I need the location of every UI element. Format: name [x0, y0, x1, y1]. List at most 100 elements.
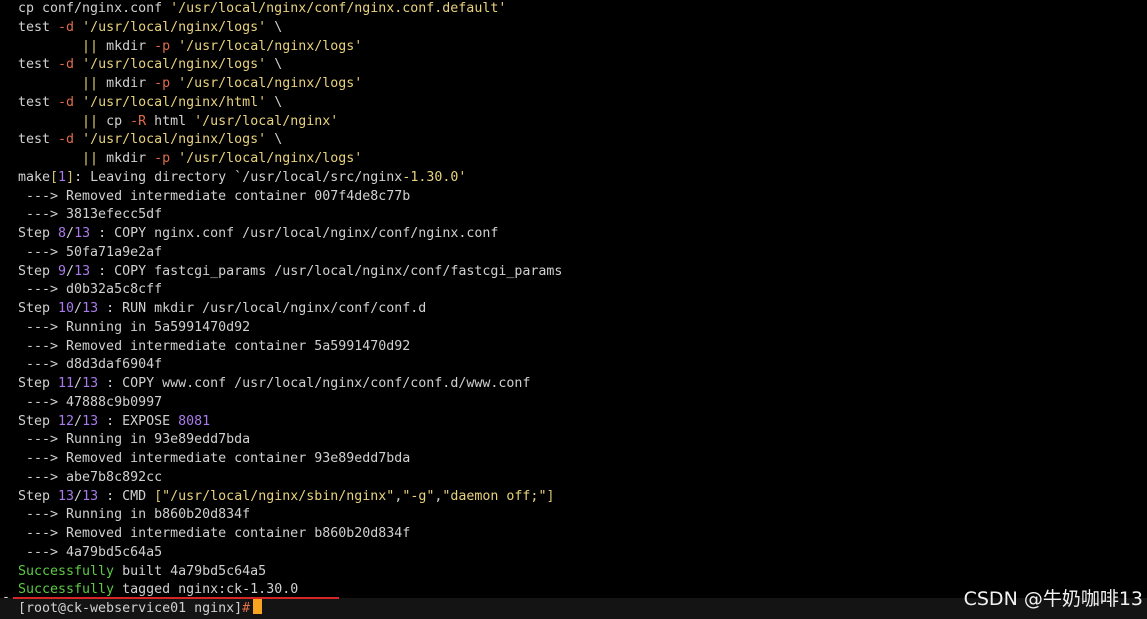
terminal-line: Step 12/13 : EXPOSE 8081 — [18, 413, 1147, 432]
terminal-text-segment: mkdir — [98, 38, 155, 54]
terminal-text-segment: 8081 — [178, 413, 211, 429]
terminal-text-segment: / — [66, 263, 75, 279]
terminal-text-segment: tagged nginx:ck — [114, 582, 243, 598]
terminal-line: ---> Removed intermediate container b860… — [18, 525, 1147, 544]
terminal-line: Step 11/13 : COPY www.conf /usr/local/ng… — [18, 375, 1147, 394]
terminal-text-segment: / — [74, 376, 83, 391]
terminal-text-segment: -d — [58, 57, 75, 73]
terminal-text-segment: "-g" — [402, 488, 435, 504]
terminal-text-segment: Step — [18, 263, 59, 279]
csdn-watermark: CSDN @牛奶咖啡13 — [963, 588, 1143, 610]
terminal-text-segment: cp conf/nginx.conf — [18, 1, 171, 16]
terminal-text-segment: || — [82, 113, 99, 129]
terminal-line: test -d '/usr/local/nginx/logs' \ — [18, 131, 1147, 150]
terminal-output: cp conf/nginx.conf '/usr/local/nginx/con… — [18, 0, 1147, 600]
terminal-text-segment: ---> 3813efecc5df — [18, 207, 163, 223]
terminal-text-segment: 12 — [58, 413, 75, 429]
terminal-text-segment: '/usr/local/nginx/html' — [82, 94, 267, 110]
terminal-text-segment: test — [18, 57, 59, 73]
terminal-text-segment: : CMD — [98, 488, 155, 504]
terminal-text-segment: \ — [266, 57, 283, 73]
terminal-line: test -d '/usr/local/nginx/html' \ — [18, 94, 1147, 113]
terminal-text-segment: "/usr/local/nginx/sbin/nginx" — [162, 488, 395, 504]
terminal-text-segment: 13 — [74, 263, 91, 279]
terminal-text-segment: : RUN mkdir /usr/local/nginx/conf/conf.d — [98, 301, 427, 316]
terminal-line: ---> 4a79bd5c64a5 — [18, 544, 1147, 563]
terminal-text-segment: [ — [50, 169, 59, 185]
terminal-line: Step 13/13 : CMD ["/usr/local/nginx/sbin… — [18, 488, 1147, 507]
terminal-text-segment: 9 — [58, 263, 67, 279]
terminal-text-segment: ---> Running in 93e89edd7bda — [18, 432, 251, 448]
terminal-line: Step 8/13 : COPY nginx.conf /usr/local/n… — [18, 225, 1147, 244]
terminal-text-segment: Step — [18, 226, 59, 241]
terminal-text-segment: 11 — [58, 376, 75, 391]
terminal-text-segment: make — [18, 169, 51, 185]
terminal-text-segment: -p — [154, 76, 171, 91]
terminal-text-segment: [ — [154, 488, 163, 504]
terminal-text-segment: / — [74, 301, 83, 316]
terminal-text-segment: '/usr/local/nginx/logs' — [178, 38, 363, 54]
terminal-text-segment: 10 — [58, 301, 75, 316]
terminal-line: || mkdir -p '/usr/local/nginx/logs' — [18, 150, 1147, 169]
terminal-text-segment: test — [18, 94, 59, 110]
terminal-line: make[1]: Leaving directory `/usr/local/s… — [18, 169, 1147, 188]
terminal-text-segment: -1.30.0 — [402, 169, 459, 185]
terminal-line: ---> d0b32a5c8cff — [18, 281, 1147, 300]
line-marker: - — [2, 590, 11, 605]
terminal-text-segment: -d — [58, 19, 75, 35]
terminal-text-segment: '/usr/local/nginx/conf/nginx.conf.defaul… — [170, 1, 507, 16]
terminal-text-segment: 13 — [82, 376, 99, 391]
terminal-text-segment: || — [82, 38, 99, 54]
terminal-text-segment: \ — [266, 19, 283, 35]
terminal-text-segment: 8 — [58, 226, 67, 241]
terminal-text-segment: ] — [66, 169, 75, 185]
terminal-text-segment: -R — [130, 113, 147, 129]
prompt-text: [root@ck-webservice01 nginx] — [18, 601, 243, 616]
terminal-text-segment: 13 — [74, 226, 91, 241]
terminal-line: ---> 3813efecc5df — [18, 206, 1147, 225]
terminal-text-segment: Step — [18, 376, 59, 391]
terminal-text-segment: -p — [154, 151, 171, 166]
terminal-text-segment: -d — [58, 132, 75, 148]
terminal-text-segment: 13 — [82, 413, 99, 429]
terminal-text-segment: ---> 4a79bd5c64a5 — [18, 544, 163, 560]
terminal-text-segment: : COPY nginx.conf /usr/local/nginx/conf/… — [90, 226, 499, 241]
terminal-window[interactable]: cp conf/nginx.conf '/usr/local/nginx/con… — [0, 0, 1147, 619]
terminal-text-segment: Successfully — [18, 563, 115, 579]
terminal-text-segment: : EXPOSE — [98, 413, 179, 429]
terminal-text-segment: 13 — [82, 488, 99, 504]
text-cursor — [253, 599, 263, 614]
terminal-text-segment: ' — [458, 169, 467, 185]
terminal-text-segment: || — [82, 151, 99, 166]
terminal-line: ---> Running in 5a5991470d92 — [18, 319, 1147, 338]
terminal-text-segment: : COPY fastcgi_params /usr/local/nginx/c… — [90, 263, 563, 279]
prompt-symbol: # — [242, 601, 251, 616]
terminal-text-segment: Successfully — [18, 582, 115, 598]
terminal-text-segment: ---> Removed intermediate container 5a59… — [18, 338, 411, 354]
terminal-text-segment: Step — [18, 413, 59, 429]
terminal-line: ---> 47888c9b0997 — [18, 394, 1147, 413]
terminal-text-segment: html — [146, 113, 195, 129]
command-prompt[interactable]: [root@ck-webservice01 nginx]# — [18, 599, 263, 618]
terminal-text-segment: ---> Removed intermediate container 007f… — [18, 188, 411, 204]
terminal-text-segment: / — [74, 488, 83, 504]
terminal-text-segment: ---> d8d3daf6904f — [18, 357, 163, 373]
terminal-text-segment: -d — [58, 94, 75, 110]
terminal-text-segment: 1 — [58, 169, 67, 185]
terminal-line: ---> abe7b8c892cc — [18, 469, 1147, 488]
terminal-text-segment: Step — [18, 488, 59, 504]
terminal-text-segment: ---> abe7b8c892cc — [18, 469, 163, 485]
terminal-text-segment: '/usr/local/nginx/logs' — [178, 151, 363, 166]
terminal-text-segment: : Leaving directory `/usr/local/src/ngin… — [74, 169, 403, 185]
terminal-text-segment: : COPY www.conf /usr/local/nginx/conf/co… — [98, 376, 531, 391]
terminal-text-segment: 13 — [82, 301, 99, 316]
terminal-text-segment: '/usr/local/nginx/logs' — [82, 57, 267, 73]
terminal-text-segment: "daemon off;" — [442, 488, 547, 504]
